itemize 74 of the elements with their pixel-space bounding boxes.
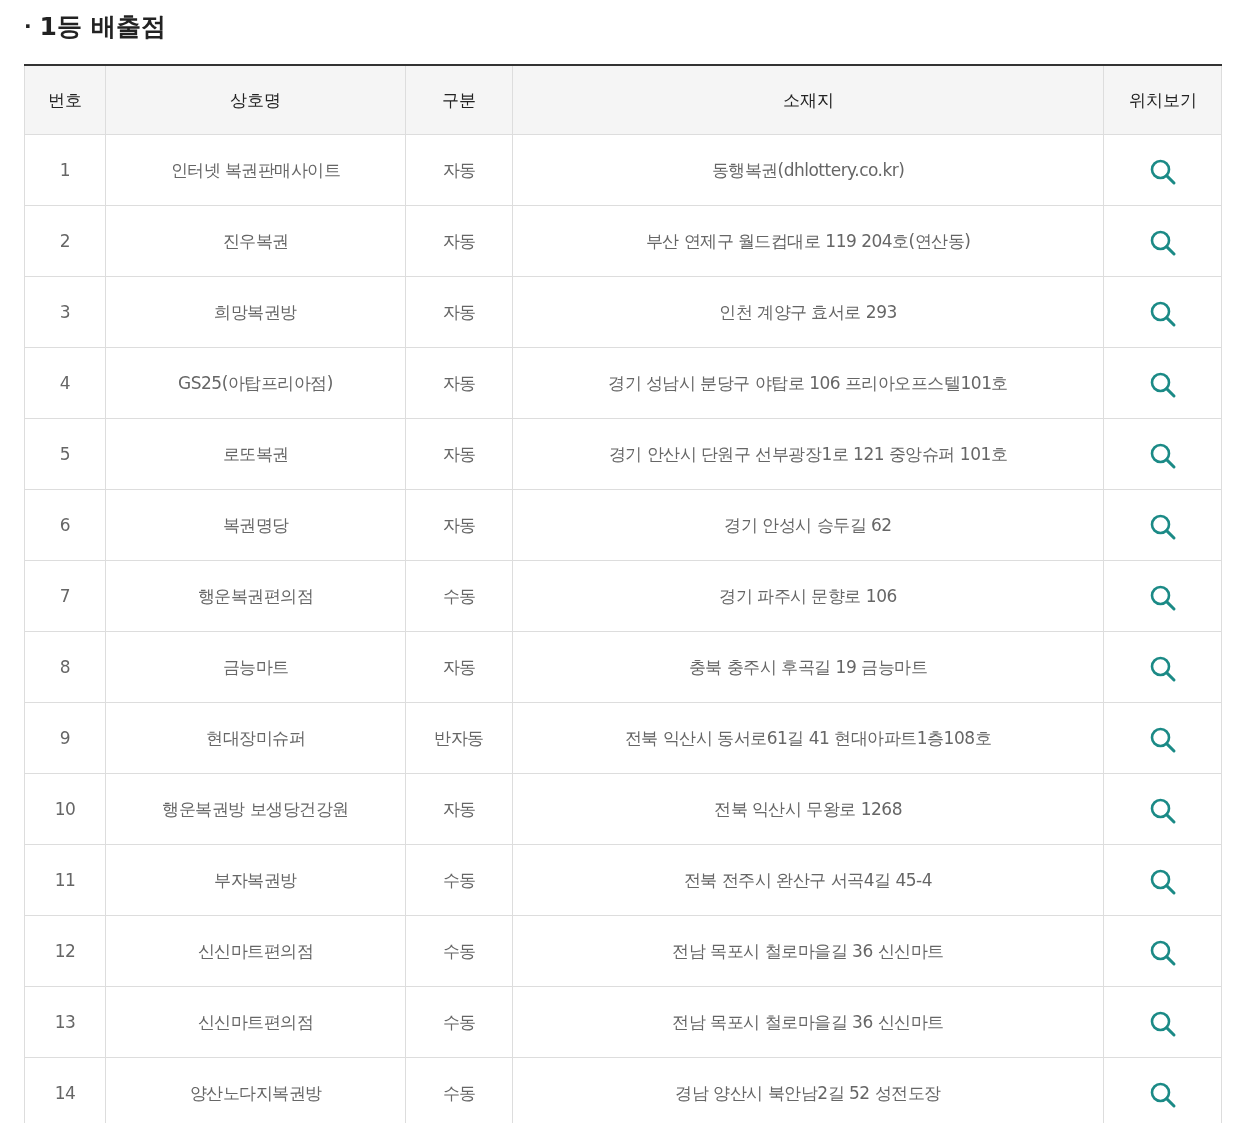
table-cell: 3 bbox=[24, 276, 106, 348]
table-cell: 경기 파주시 문향로 106 bbox=[512, 560, 1104, 632]
table-cell: 부산 연제구 월드컵대로 119 204호(연산동) bbox=[512, 205, 1104, 277]
table-cell: 4 bbox=[24, 347, 106, 419]
search-icon[interactable] bbox=[1148, 300, 1177, 328]
column-header: 위치보기 bbox=[1103, 65, 1222, 135]
table-cell: 로또복권 bbox=[105, 418, 406, 490]
section-title: 1등 배출점 bbox=[39, 10, 166, 43]
table-cell: 수동 bbox=[405, 915, 513, 987]
column-header: 소재지 bbox=[512, 65, 1104, 135]
table-cell: 경기 안산시 단원구 선부광장1로 121 중앙슈퍼 101호 bbox=[512, 418, 1104, 490]
search-icon[interactable] bbox=[1148, 584, 1177, 612]
table-cell: 진우복권 bbox=[105, 205, 406, 277]
table-cell: 전북 전주시 완산구 서곡4길 45-4 bbox=[512, 844, 1104, 916]
table-cell: GS25(아탑프리아점) bbox=[105, 347, 406, 419]
table-cell: 1 bbox=[24, 134, 106, 206]
table-cell: 자동 bbox=[405, 276, 513, 348]
table-cell: 복권명당 bbox=[105, 489, 406, 561]
table-cell: 부자복권방 bbox=[105, 844, 406, 916]
column-header: 구분 bbox=[405, 65, 513, 135]
table-cell: 7 bbox=[24, 560, 106, 632]
table-cell: 반자동 bbox=[405, 702, 513, 774]
search-icon[interactable] bbox=[1148, 442, 1177, 470]
table-cell: 12 bbox=[24, 915, 106, 987]
table-cell: 14 bbox=[24, 1057, 106, 1123]
table-cell: 자동 bbox=[405, 489, 513, 561]
table-cell: 금능마트 bbox=[105, 631, 406, 703]
table-cell: 전남 목포시 철로마을길 36 신신마트 bbox=[512, 986, 1104, 1058]
table-cell: 충북 충주시 후곡길 19 금능마트 bbox=[512, 631, 1104, 703]
search-icon[interactable] bbox=[1148, 229, 1177, 257]
column-header: 번호 bbox=[24, 65, 106, 135]
table-cell: 자동 bbox=[405, 347, 513, 419]
table-cell: 행운복권편의점 bbox=[105, 560, 406, 632]
table-cell: 신신마트편의점 bbox=[105, 986, 406, 1058]
table-cell: 6 bbox=[24, 489, 106, 561]
table-cell: 전북 익산시 무왕로 1268 bbox=[512, 773, 1104, 845]
table-cell: 경기 성남시 분당구 야탑로 106 프리아오프스텔101호 bbox=[512, 347, 1104, 419]
table-cell: 10 bbox=[24, 773, 106, 845]
table-cell: 전북 익산시 동서로61길 41 현대아파트1층108호 bbox=[512, 702, 1104, 774]
table-cell: 인터넷 복권판매사이트 bbox=[105, 134, 406, 206]
table-cell: 자동 bbox=[405, 418, 513, 490]
table-cell: 동행복권(dhlottery.co.kr) bbox=[512, 134, 1104, 206]
table-cell: 수동 bbox=[405, 986, 513, 1058]
search-icon[interactable] bbox=[1148, 371, 1177, 399]
search-icon[interactable] bbox=[1148, 158, 1177, 186]
table-cell: 전남 목포시 철로마을길 36 신신마트 bbox=[512, 915, 1104, 987]
search-icon[interactable] bbox=[1148, 1081, 1177, 1109]
table-cell: 자동 bbox=[405, 205, 513, 277]
search-icon[interactable] bbox=[1148, 655, 1177, 683]
table-cell: 수동 bbox=[405, 844, 513, 916]
table-cell: 자동 bbox=[405, 134, 513, 206]
table-cell: 신신마트편의점 bbox=[105, 915, 406, 987]
table-cell: 11 bbox=[24, 844, 106, 916]
search-icon[interactable] bbox=[1148, 1010, 1177, 1038]
table-cell: 인천 계양구 효서로 293 bbox=[512, 276, 1104, 348]
table-cell: 경기 안성시 승두길 62 bbox=[512, 489, 1104, 561]
table-cell: 자동 bbox=[405, 631, 513, 703]
table-cell: 8 bbox=[24, 631, 106, 703]
table-cell: 자동 bbox=[405, 773, 513, 845]
bullet-mark: · bbox=[24, 14, 32, 38]
column-header: 상호명 bbox=[105, 65, 406, 135]
table-cell: 2 bbox=[24, 205, 106, 277]
search-icon[interactable] bbox=[1148, 726, 1177, 754]
search-icon[interactable] bbox=[1148, 868, 1177, 896]
table-cell: 현대장미슈퍼 bbox=[105, 702, 406, 774]
table-cell: 수동 bbox=[405, 560, 513, 632]
search-icon[interactable] bbox=[1148, 513, 1177, 541]
search-icon[interactable] bbox=[1148, 797, 1177, 825]
table-cell: 13 bbox=[24, 986, 106, 1058]
table-cell: 행운복권방 보생당건강원 bbox=[105, 773, 406, 845]
table-cell: 5 bbox=[24, 418, 106, 490]
table-cell: 희망복권방 bbox=[105, 276, 406, 348]
search-icon[interactable] bbox=[1148, 939, 1177, 967]
table-cell: 9 bbox=[24, 702, 106, 774]
